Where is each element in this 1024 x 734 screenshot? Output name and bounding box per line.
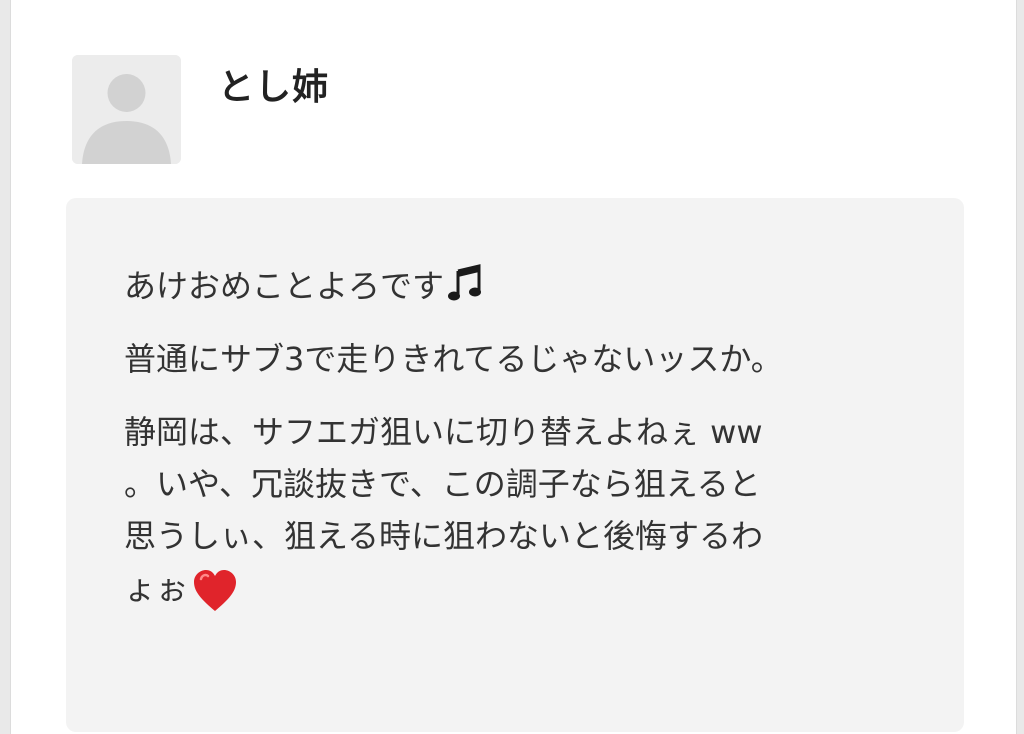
comment-paragraph: あけおめことよろです [124,260,914,312]
red-heart-icon [192,569,238,613]
comment-paragraph: 普通にサブ3で走りきれてるじゃないッスか。 [124,333,914,385]
comment-text: 普通にサブ3で走りきれてるじゃないッスか。 [124,340,783,378]
comment-box: あけおめことよろです 普通にサブ3で走りきれてるじゃないッスか。 静岡は、サフエ… [66,198,964,732]
comment-body: あけおめことよろです 普通にサブ3で走りきれてるじゃないッスか。 静岡は、サフエ… [124,260,914,635]
music-note-icon [448,263,482,303]
comment-author-name[interactable]: とし姉 [218,58,329,110]
comment-text: あけおめことよろです [124,267,445,305]
user-avatar-icon[interactable] [72,55,181,164]
comment-card: とし姉 あけおめことよろです 普通にサブ3で走りきれてるじゃないッスか。 静岡は… [10,0,1017,734]
comment-paragraph: 静岡は、サフエガ狙いに切り替えよねぇ ww 。いや、冗談抜きで、この調子なら狙え… [124,406,914,614]
